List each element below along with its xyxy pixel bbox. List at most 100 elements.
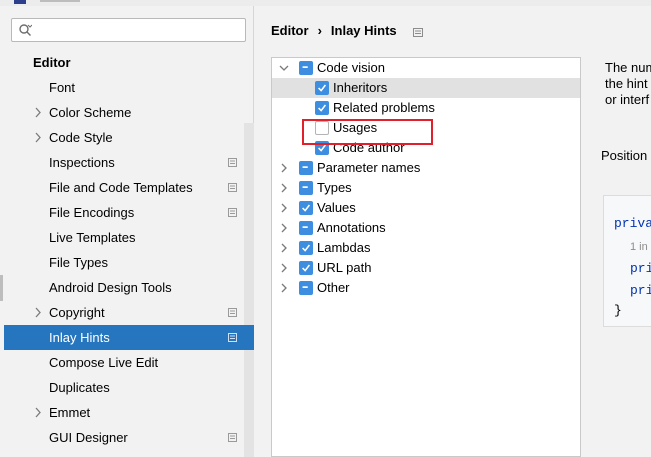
chevron-right-icon[interactable] — [33, 100, 45, 125]
sidebar-item-label: Editor — [33, 55, 71, 70]
tree-row-label: Values — [317, 200, 356, 215]
sidebar-item-inlay-hints[interactable]: Inlay Hints — [4, 325, 254, 350]
checkbox[interactable] — [299, 261, 313, 275]
tree-row-related-problems[interactable]: Related problems — [272, 98, 580, 118]
sidebar-item-label: Emmet — [49, 405, 91, 420]
indeterminate-icon — [302, 166, 308, 168]
sidebar-item-label: Compose Live Edit — [49, 355, 159, 370]
tree-row-parameter-names[interactable]: Parameter names — [272, 158, 580, 178]
sidebar-item-duplicates[interactable]: Duplicates — [4, 375, 254, 400]
settings-sidebar: Editor Font Color Scheme Code Style Inspecti… — [0, 6, 254, 457]
project-settings-icon — [413, 28, 423, 37]
sidebar-item-label: Inlay Hints — [49, 330, 110, 345]
code-line: } — [614, 303, 622, 318]
tree-row-label: Code vision — [317, 60, 385, 75]
sidebar-item-emmet[interactable]: Emmet — [4, 400, 254, 425]
checkmark-icon — [318, 84, 327, 92]
chevron-right-icon[interactable] — [33, 125, 45, 150]
description-line: The num — [605, 60, 651, 75]
sidebar-item-android-design-tools[interactable]: Android Design Tools — [4, 275, 254, 300]
project-scope-icon — [228, 158, 237, 167]
breadcrumb-separator: › — [317, 23, 322, 38]
checkbox[interactable] — [299, 181, 313, 195]
sidebar-item-font[interactable]: Font — [4, 75, 254, 100]
sidebar-item-label: Inspections — [49, 155, 115, 170]
checkmark-icon — [318, 104, 327, 112]
app-logo-icon — [14, 0, 26, 4]
search-field[interactable] — [11, 18, 246, 42]
tree-row-types[interactable]: Types — [272, 178, 580, 198]
panel-edge — [0, 275, 3, 301]
highlight-marker — [302, 119, 433, 145]
tree-row-label: Annotations — [317, 220, 386, 235]
checkbox[interactable] — [299, 221, 313, 235]
tree-row-code-vision[interactable]: Code vision — [272, 58, 580, 78]
indeterminate-icon — [302, 186, 308, 188]
tree-row-other[interactable]: Other — [272, 278, 580, 298]
tree-row-url-path[interactable]: URL path — [272, 258, 580, 278]
project-scope-icon — [228, 208, 237, 217]
sidebar-item-file-types[interactable]: File Types — [4, 250, 254, 275]
sidebar-item-inspections[interactable]: Inspections — [4, 150, 254, 175]
project-scope-icon — [228, 183, 237, 192]
sidebar-item-editor[interactable]: Editor — [4, 50, 254, 75]
chevron-right-icon[interactable] — [278, 178, 290, 198]
checkbox[interactable] — [315, 101, 329, 115]
window-title-fragment — [40, 0, 80, 2]
sidebar-item-file-encodings[interactable]: File Encodings — [4, 200, 254, 225]
tree-row-values[interactable]: Values — [272, 198, 580, 218]
sidebar-item-file-and-code-templates[interactable]: File and Code Templates — [4, 175, 254, 200]
chevron-right-icon[interactable] — [278, 238, 290, 258]
indeterminate-icon — [302, 286, 308, 288]
tree-row-label: Related problems — [333, 100, 435, 115]
chevron-right-icon[interactable] — [278, 258, 290, 278]
tree-row-label: Parameter names — [317, 160, 421, 175]
search-input[interactable] — [38, 21, 238, 39]
sidebar-item-code-style[interactable]: Code Style — [4, 125, 254, 150]
breadcrumb-parent[interactable]: Editor — [271, 23, 309, 38]
sidebar-item-gui-designer[interactable]: GUI Designer — [4, 425, 254, 450]
chevron-right-icon[interactable] — [278, 278, 290, 298]
chevron-right-icon[interactable] — [278, 218, 290, 238]
description-line: or interf — [605, 92, 650, 107]
indeterminate-icon — [302, 226, 308, 228]
checkbox[interactable] — [299, 201, 313, 215]
tree-row-inheritors[interactable]: Inheritors — [272, 78, 580, 98]
breadcrumb-current: Inlay Hints — [330, 23, 397, 38]
sidebar-item-copyright[interactable]: Copyright — [4, 300, 254, 325]
checkbox[interactable] — [299, 161, 313, 175]
search-icon — [19, 24, 32, 36]
chevron-right-icon[interactable] — [33, 400, 45, 425]
chevron-right-icon[interactable] — [278, 158, 290, 178]
tree-row-annotations[interactable]: Annotations — [272, 218, 580, 238]
sidebar-item-live-templates[interactable]: Live Templates — [4, 225, 254, 250]
checkbox[interactable] — [315, 81, 329, 95]
sidebar-item-label: Color Scheme — [49, 105, 132, 120]
checkmark-icon — [302, 204, 311, 212]
breadcrumb: Editor › Inlay Hints — [271, 23, 397, 38]
checkbox[interactable] — [299, 281, 313, 295]
code-preview: priva 1 in pri pri } — [603, 195, 651, 327]
position-label: Position — [601, 148, 648, 163]
checkbox[interactable] — [299, 61, 313, 75]
project-scope-icon — [228, 333, 237, 342]
tree-row-label: URL path — [317, 260, 372, 275]
sidebar-item-compose-live-edit[interactable]: Compose Live Edit — [4, 350, 254, 375]
sidebar-item-color-scheme[interactable]: Color Scheme — [4, 100, 254, 125]
project-scope-icon — [228, 308, 237, 317]
chevron-down-icon[interactable] — [278, 58, 290, 78]
sidebar-item-label: Copyright — [49, 305, 105, 320]
code-vision-hint: 1 in — [630, 241, 648, 253]
tree-row-lambdas[interactable]: Lambdas — [272, 238, 580, 258]
chevron-right-icon[interactable] — [33, 300, 45, 325]
sidebar-item-label: Live Templates — [49, 230, 136, 245]
checkmark-icon — [302, 264, 311, 272]
sidebar-item-label: Duplicates — [49, 380, 110, 395]
sidebar-item-label: File Types — [49, 255, 109, 270]
tree-row-label: Other — [317, 280, 350, 295]
checkbox[interactable] — [299, 241, 313, 255]
settings-content: Editor › Inlay Hints Code vision Inheritors… — [255, 6, 651, 457]
code-line: pri — [630, 261, 651, 276]
chevron-right-icon[interactable] — [278, 198, 290, 218]
sidebar-item-label: GUI Designer — [49, 430, 128, 445]
